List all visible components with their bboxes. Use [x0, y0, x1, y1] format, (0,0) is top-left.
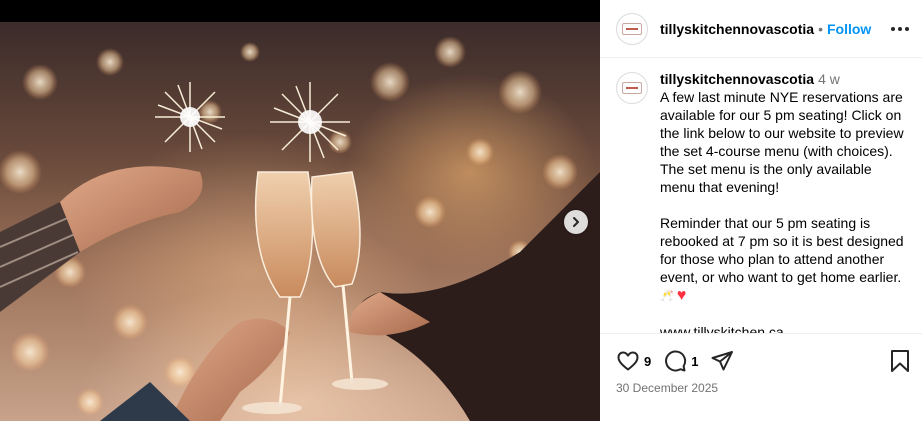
post-footer: 9 1 30 December 2025 [600, 333, 922, 421]
brand-logo [622, 82, 642, 94]
caption-username[interactable]: tillyskitchennovascotia [660, 71, 814, 87]
separator-dot: • [818, 20, 823, 37]
brand-logo [622, 22, 642, 35]
post-header: tillyskitchennovascotia • Follow [600, 0, 922, 58]
bookmark-icon [891, 350, 909, 372]
heart-icon [617, 351, 639, 371]
action-bar: 9 1 [616, 348, 746, 374]
save-button[interactable] [888, 348, 912, 374]
caption-text-paragraph-1: A few last minute NYE reservations are a… [660, 89, 904, 195]
caption-timestamp[interactable]: 4 w [818, 71, 840, 87]
caption: tillyskitchennovascotia 4 w A few last mi… [660, 70, 906, 333]
post-photo [0, 22, 600, 421]
avatar[interactable] [616, 12, 648, 45]
header-username[interactable]: tillyskitchennovascotia [660, 21, 814, 37]
champagne-toast-illustration [0, 36, 600, 421]
more-options-icon [891, 27, 909, 31]
like-button[interactable]: 9 [616, 349, 651, 373]
comment-icon [665, 350, 687, 372]
caption-area[interactable]: tillyskitchennovascotia 4 w A few last mi… [600, 58, 922, 333]
caption-link[interactable]: www.tillyskitchen.ca [660, 323, 906, 333]
caption-emojis: 🥂 ♥ [660, 287, 686, 305]
comment-button[interactable]: 1 [663, 349, 698, 373]
clinking-glasses-emoji: 🥂 [660, 290, 674, 303]
more-options-button[interactable] [888, 19, 912, 39]
post-media[interactable] [0, 0, 600, 421]
chevron-right-icon [573, 217, 579, 227]
post-details-panel: tillyskitchennovascotia • Follow tillysk… [600, 0, 922, 421]
follow-button[interactable]: Follow [827, 21, 871, 37]
share-button[interactable] [710, 349, 734, 373]
caption-text-paragraph-2: Reminder that our 5 pm seating is rebook… [660, 215, 904, 285]
heart-emoji: ♥ [676, 287, 687, 305]
comments-count[interactable]: 1 [691, 354, 698, 369]
likes-count[interactable]: 9 [644, 354, 651, 369]
share-icon [711, 351, 734, 371]
media-top-bar [0, 0, 600, 22]
post-date[interactable]: 30 December 2025 [616, 381, 718, 395]
avatar[interactable] [616, 72, 648, 104]
next-slide-button[interactable] [564, 210, 588, 234]
